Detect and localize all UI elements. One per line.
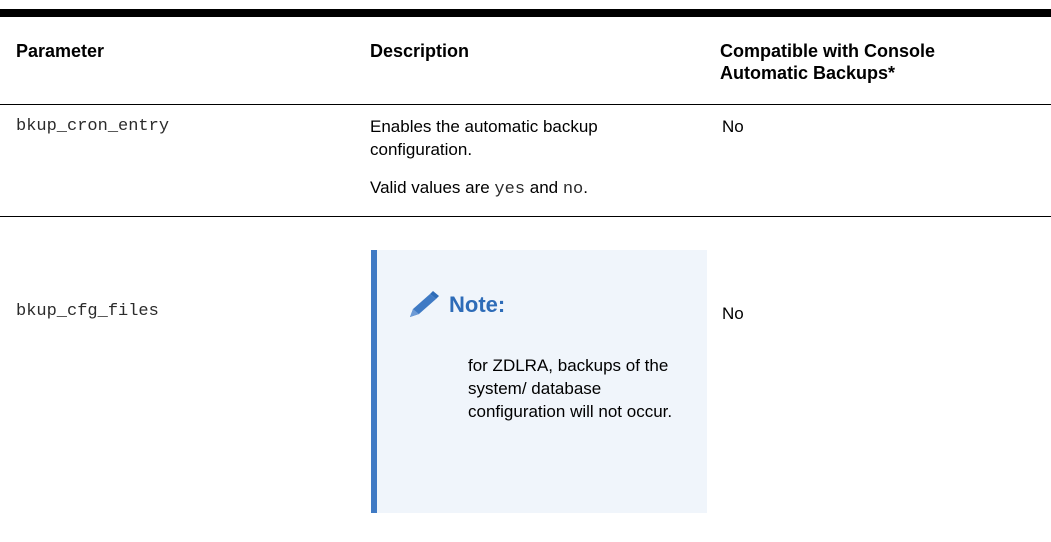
- row1-valid-values: Valid values are yes and no.: [370, 176, 588, 201]
- note-header: Note:: [406, 290, 505, 320]
- header-parameter: Parameter: [16, 41, 105, 61]
- valid-values-and: and: [525, 178, 563, 197]
- valid-value-no: no: [562, 180, 584, 199]
- header-divider: [0, 104, 1051, 105]
- header-compatible-text: Compatible with Console Automatic Backup…: [720, 41, 936, 83]
- top-rule: [0, 9, 1051, 17]
- row1-compatible: No: [722, 117, 744, 136]
- header-compatible: Compatible with Console Automatic Backup…: [720, 40, 1020, 84]
- valid-values-suffix: .: [583, 178, 588, 197]
- note-title: Note:: [449, 292, 506, 317]
- row2-compatible: No: [722, 304, 744, 323]
- row1-divider: [0, 216, 1051, 217]
- note-callout: Note: for ZDLRA, backups of the system/ …: [371, 250, 707, 513]
- header-description: Description: [370, 41, 470, 61]
- valid-value-yes: yes: [494, 180, 526, 199]
- row1-parameter: bkup_cron_entry: [16, 117, 170, 136]
- note-body: for ZDLRA, backups of the system/ databa…: [468, 356, 673, 421]
- valid-values-prefix: Valid values are: [370, 178, 495, 197]
- pencil-icon: [410, 291, 439, 317]
- row2-parameter: bkup_cfg_files: [16, 302, 159, 321]
- row1-description: Enables the automatic backup configurati…: [370, 117, 598, 159]
